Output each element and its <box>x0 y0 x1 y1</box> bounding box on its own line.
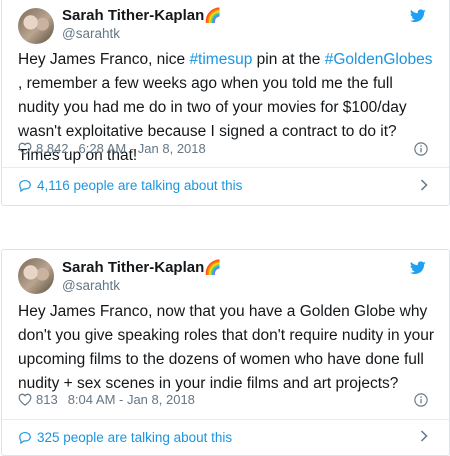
tweet-card-2: Sarah Tither-Kaplan🌈 @sarahtk Hey James … <box>0 249 450 456</box>
hashtag-timesup[interactable]: #timesup <box>189 51 252 68</box>
divider <box>2 167 449 168</box>
tweet-text: Hey James Franco, now that you have a Go… <box>18 303 435 392</box>
hashtag-goldenglobes[interactable]: #GoldenGlobes <box>325 51 433 68</box>
conversation-link[interactable]: 325 people are talking about this <box>18 424 450 450</box>
user-handle[interactable]: @sarahtk <box>62 26 120 41</box>
conversation-link-text: 325 people are talking about this <box>37 429 233 445</box>
conversation-link[interactable]: 4,116 people are talking about this <box>18 172 450 198</box>
twitter-bird-icon[interactable] <box>410 261 426 275</box>
rainbow-emoji: 🌈 <box>204 259 222 275</box>
tweet-timestamp[interactable]: 8:04 AM - Jan 8, 2018 <box>68 392 195 407</box>
tweet-card-1: Sarah Tither-Kaplan🌈 @sarahtk Hey James … <box>0 0 450 209</box>
like-count[interactable]: 8,842 <box>36 141 69 156</box>
heart-icon[interactable] <box>18 393 32 406</box>
info-icon[interactable] <box>414 393 428 407</box>
tweet-text-part: pin at the <box>252 51 325 68</box>
user-handle[interactable]: @sarahtk <box>62 278 120 293</box>
like-count[interactable]: 813 <box>36 392 58 407</box>
conversation-link-text: 4,116 people are talking about this <box>37 177 243 193</box>
divider <box>2 419 449 420</box>
chevron-right-icon[interactable] <box>420 179 428 191</box>
heart-icon[interactable] <box>18 142 32 155</box>
avatar[interactable] <box>18 8 54 44</box>
reply-bubble-icon <box>19 431 31 444</box>
display-name[interactable]: Sarah Tither-Kaplan🌈 <box>62 259 222 276</box>
display-name-text: Sarah Tither-Kaplan <box>62 7 205 24</box>
reply-bubble-icon <box>19 179 31 192</box>
tweet-meta: 8,842 6:28 AM - Jan 8, 2018 <box>18 141 206 156</box>
avatar[interactable] <box>18 258 54 294</box>
tweet-meta: 813 8:04 AM - Jan 8, 2018 <box>18 392 195 407</box>
tweet-text-part: Hey James Franco, nice <box>18 51 190 68</box>
display-name-text: Sarah Tither-Kaplan <box>62 259 205 276</box>
info-icon[interactable] <box>414 142 428 156</box>
twitter-bird-icon[interactable] <box>410 9 426 23</box>
display-name[interactable]: Sarah Tither-Kaplan🌈 <box>62 7 222 24</box>
rainbow-emoji: 🌈 <box>204 7 222 23</box>
tweet-timestamp[interactable]: 6:28 AM - Jan 8, 2018 <box>79 141 206 156</box>
chevron-right-icon[interactable] <box>420 430 428 442</box>
